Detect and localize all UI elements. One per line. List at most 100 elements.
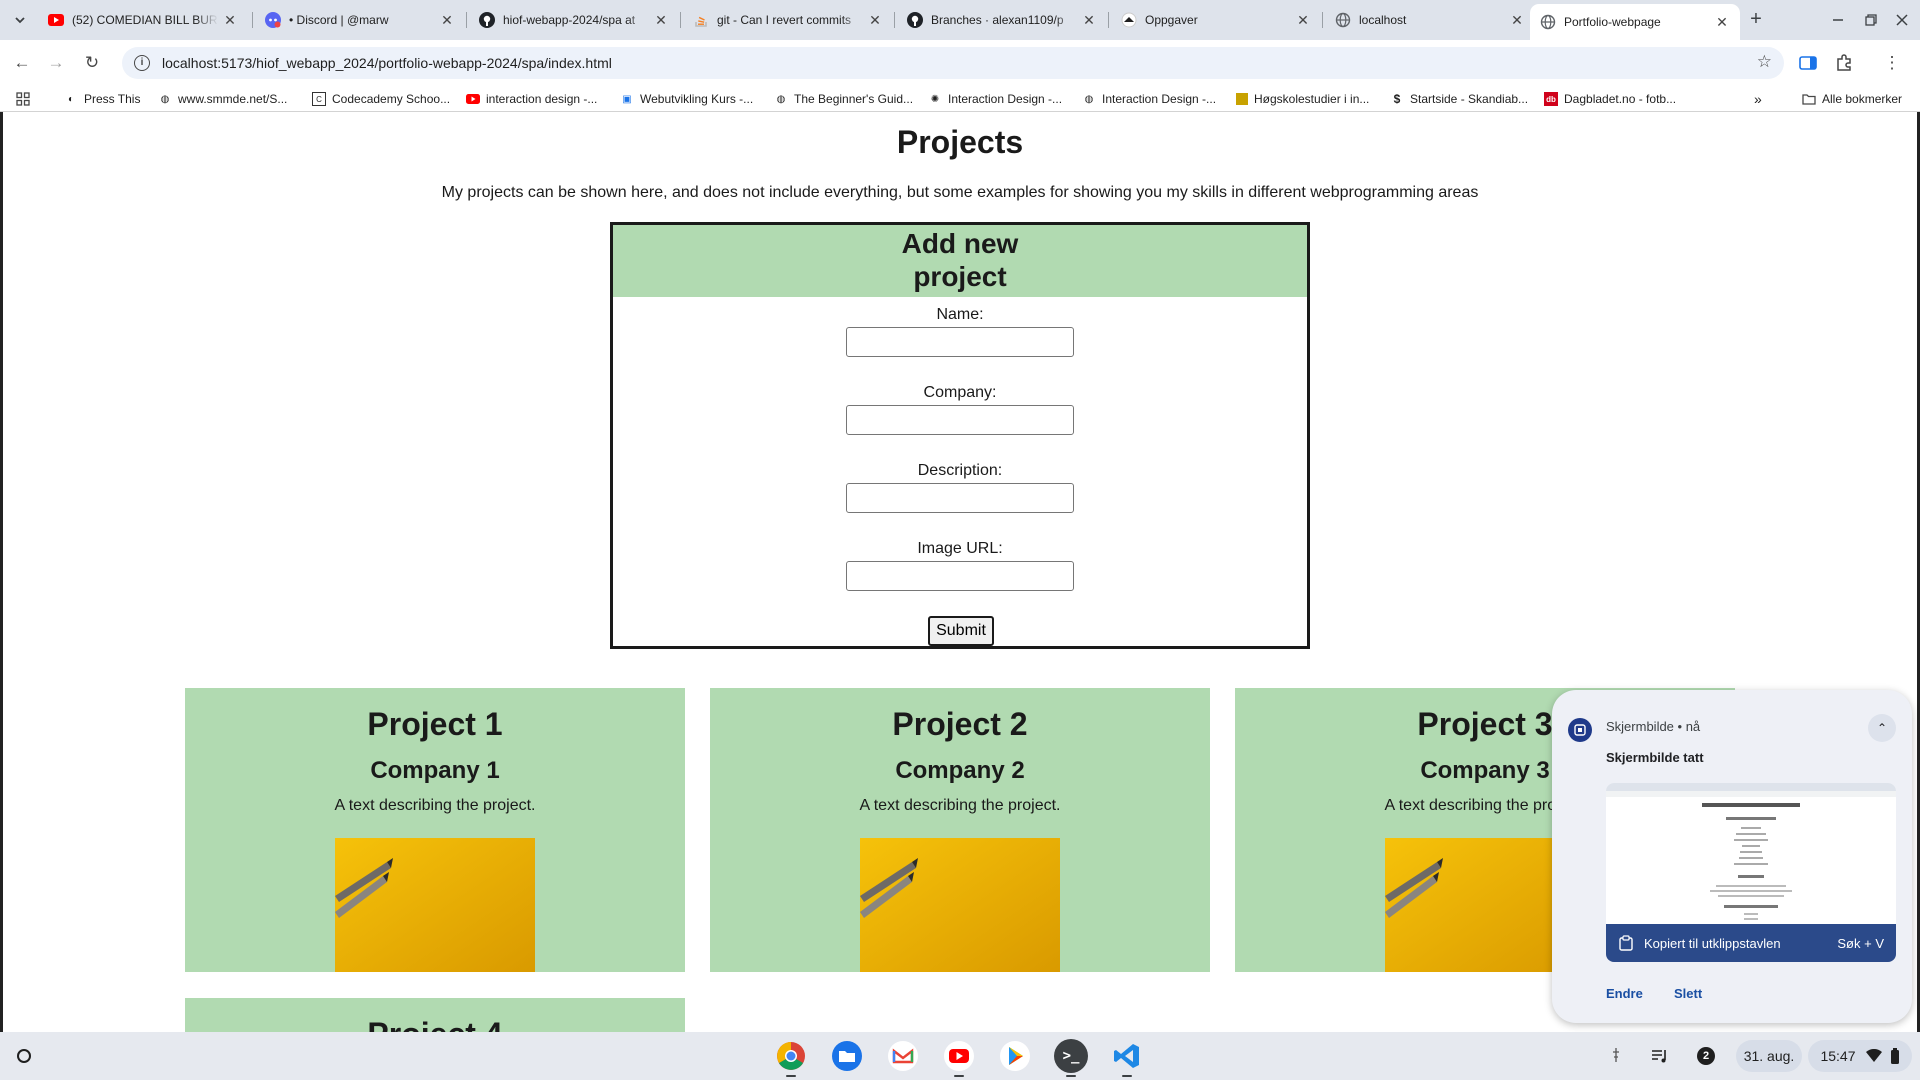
tab-github-branches[interactable]: Branches · alexan1109/p ✕ [897, 4, 1107, 36]
tab-separator [1108, 12, 1109, 28]
form-heading-line: Add new [901, 228, 1019, 259]
gmail-icon [888, 1041, 918, 1071]
project-description: A text describing the project. [859, 797, 1061, 814]
company-input[interactable] [846, 405, 1074, 435]
bookmark-item[interactable]: C Codecademy Schoo... [312, 90, 450, 108]
page-title: Projects [896, 124, 1024, 160]
play-store-app[interactable] [998, 1039, 1032, 1073]
bookmark-star-icon[interactable]: ☆ [1757, 52, 1772, 72]
bookmark-item[interactable]: Høgskolestudier i in... [1236, 90, 1369, 108]
canvas-icon [1121, 12, 1137, 28]
github-icon [479, 12, 495, 28]
bookmark-item[interactable]: ◐ Press This [64, 90, 141, 108]
bookmark-item[interactable]: interaction design -... [466, 90, 597, 108]
copied-text: Kopiert til utklippstavlen [1644, 935, 1781, 951]
close-tab-icon[interactable]: ✕ [1081, 12, 1097, 29]
all-bookmarks-button[interactable]: Alle bokmerker [1802, 90, 1902, 108]
bookmark-item[interactable]: db Dagbladet.no - fotb... [1544, 90, 1676, 108]
more-bookmarks-button[interactable]: » [1754, 90, 1762, 108]
skandiabanken-icon: $ [1393, 92, 1401, 106]
files-app[interactable] [830, 1039, 864, 1073]
apps-shortcut[interactable] [16, 90, 30, 108]
description-input[interactable] [846, 483, 1074, 513]
close-window-button[interactable] [1888, 6, 1916, 34]
url-text[interactable]: localhost:5173/hiof_webapp_2024/portfoli… [162, 55, 612, 71]
bookmark-item[interactable]: ✺ Interaction Design -... [928, 90, 1062, 108]
close-tab-icon[interactable]: ✕ [653, 12, 669, 29]
side-panel-button[interactable] [1794, 49, 1822, 77]
bookmark-item[interactable]: ◍ The Beginner's Guid... [774, 90, 913, 108]
page-border-left [0, 112, 3, 1032]
tab-github-spa[interactable]: hiof-webapp-2024/spa at ✕ [469, 4, 679, 36]
restore-button[interactable] [1857, 6, 1885, 34]
running-indicator [1066, 1075, 1076, 1077]
new-tab-button[interactable]: + [1744, 8, 1768, 32]
tab-stackoverflow[interactable]: git - Can I revert commits ✕ [683, 4, 893, 36]
tab-portfolio-webpage[interactable]: Portfolio-webpage ✕ [1530, 4, 1740, 40]
submit-button[interactable]: Submit [928, 616, 994, 646]
youtube-icon [944, 1041, 974, 1071]
site-info-icon[interactable]: i [134, 55, 150, 71]
collapse-notification-button[interactable]: ⌃ [1868, 714, 1896, 742]
youtube-app[interactable] [942, 1039, 976, 1073]
bookmark-item[interactable]: ◍ Interaction Design -... [1082, 90, 1216, 108]
status-tray[interactable]: 15:47 [1808, 1040, 1912, 1072]
chrome-app[interactable] [774, 1039, 808, 1073]
tab-title: git - Can I revert commits [717, 13, 852, 27]
thumbnail-preview [1606, 783, 1896, 920]
browser-menu-button[interactable]: ⋮ [1878, 49, 1906, 77]
bookmark-item[interactable]: ◍ www.smmde.net/S... [158, 90, 288, 108]
edit-screenshot-button[interactable]: Endre [1606, 986, 1643, 1001]
media-controls-button[interactable] [1644, 1040, 1676, 1072]
tab-youtube[interactable]: (52) COMEDIAN BILL BURR ✕ [38, 4, 248, 36]
bookmark-label: Høgskolestudier i in... [1254, 92, 1370, 106]
tab-discord[interactable]: • Discord | @marw ✕ [255, 4, 465, 36]
tab-search-button[interactable] [8, 8, 32, 32]
forward-button[interactable]: → [42, 49, 70, 77]
project-card: Project 2 Company 2 A text describing th… [710, 688, 1210, 972]
minimize-button[interactable] [1824, 6, 1852, 34]
stylus-tools-button[interactable] [1600, 1040, 1632, 1072]
project-company: Company 1 [370, 757, 500, 784]
date-tray[interactable]: 31. aug. [1736, 1040, 1802, 1072]
project-company: Company 2 [895, 757, 1025, 784]
system-shelf: >_ 2 31. aug. 15:47 [0, 1032, 1920, 1080]
folder-icon [1802, 92, 1816, 106]
delete-screenshot-button[interactable]: Slett [1674, 986, 1702, 1001]
close-tab-icon[interactable]: ✕ [1509, 12, 1525, 29]
close-tab-icon[interactable]: ✕ [1714, 14, 1730, 31]
tab-localhost[interactable]: localhost ✕ [1325, 4, 1535, 36]
company-row: Company: [613, 384, 1307, 435]
vscode-app[interactable] [1110, 1039, 1144, 1073]
running-indicator [786, 1075, 796, 1077]
copied-to-clipboard-bar: Kopiert til utklippstavlen Søk + V [1606, 924, 1896, 962]
clipboard-icon [1619, 935, 1633, 951]
close-tab-icon[interactable]: ✕ [222, 12, 238, 29]
stackoverflow-icon [693, 12, 709, 28]
terminal-app[interactable]: >_ [1054, 1039, 1088, 1073]
extensions-button[interactable] [1830, 49, 1858, 77]
reload-button[interactable]: ↻ [78, 49, 106, 77]
tab-title: • Discord | @marw [289, 13, 389, 27]
project-image [335, 838, 535, 972]
screenshot-thumbnail[interactable] [1606, 783, 1896, 925]
gmail-app[interactable] [886, 1039, 920, 1073]
screenshot-notification: Skjermbilde • nå ⌃ Skjermbilde tatt Kopi… [1552, 690, 1912, 1023]
tab-oppgaver[interactable]: Oppgaver ✕ [1111, 4, 1321, 36]
close-tab-icon[interactable]: ✕ [867, 12, 883, 29]
bookmark-item[interactable]: $ Startside - Skandiab... [1390, 90, 1528, 108]
tab-title: hiof-webapp-2024/spa at [503, 13, 636, 27]
bookmark-item[interactable]: ▣ Webutvikling Kurs -... [620, 90, 753, 108]
close-tab-icon[interactable]: ✕ [439, 12, 455, 29]
bookmarks-bar: ◐ Press This ◍ www.smmde.net/S... C Codecad… [0, 86, 1920, 112]
notification-count-button[interactable]: 2 [1690, 1040, 1722, 1072]
close-tab-icon[interactable]: ✕ [1295, 12, 1311, 29]
launcher-button[interactable] [12, 1044, 36, 1068]
bookmark-label: Codecademy Schoo... [332, 92, 451, 106]
reload-icon: ↻ [84, 53, 100, 72]
back-button[interactable]: ← [8, 49, 36, 77]
address-bar[interactable]: i localhost:5173/hiof_webapp_2024/portfo… [122, 47, 1784, 79]
arrow-right-icon: → [47, 53, 65, 72]
name-input[interactable] [846, 327, 1074, 357]
image-url-input[interactable] [846, 561, 1074, 591]
